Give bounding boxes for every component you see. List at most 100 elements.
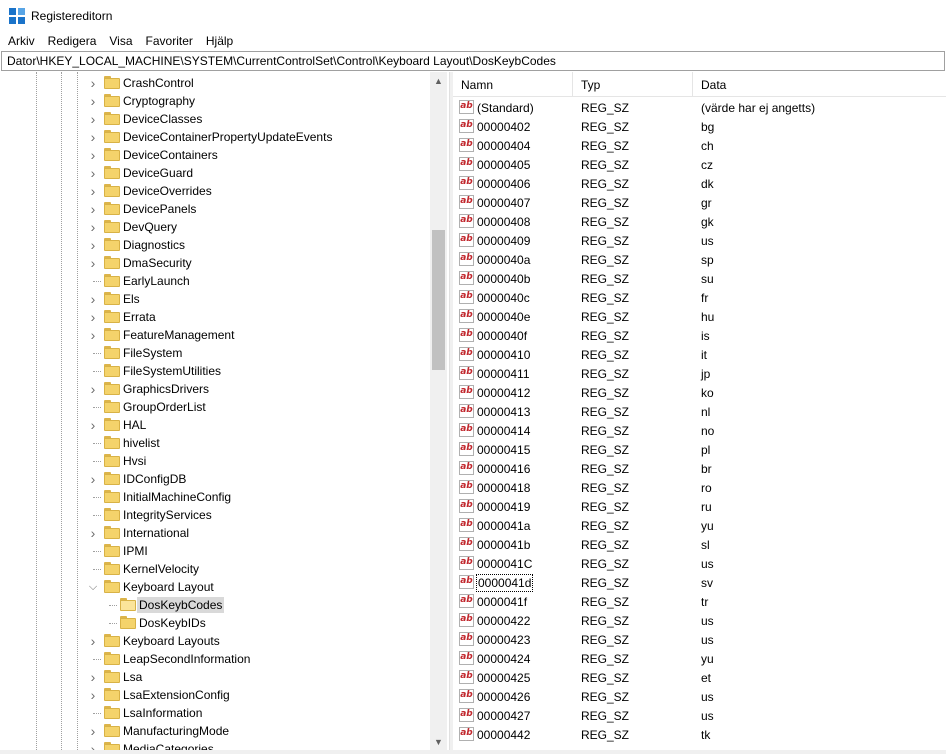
tree-node[interactable]: ⌵ Keyboard Layout [0,578,430,596]
tree-node[interactable]: LeapSecondInformation [0,650,430,668]
chevron-right-icon[interactable]: › [88,308,98,326]
chevron-right-icon[interactable]: › [88,668,98,686]
value-name[interactable]: 00000415 [477,440,530,459]
chevron-right-icon[interactable]: › [88,290,98,308]
list-row[interactable]: ab (Standard) REG_SZ (värde har ej angetts) [453,98,946,117]
tree-node[interactable]: hivelist [0,434,430,452]
value-name[interactable]: 00000410 [477,345,530,364]
chevron-right-icon[interactable]: › [88,200,98,218]
tree-node-label[interactable]: FileSystem [121,345,184,361]
tree-node[interactable]: › HAL [0,416,430,434]
list-row[interactable]: ab 00000411 REG_SZ jp [453,364,946,383]
tree-node-label[interactable]: IntegrityServices [121,507,214,523]
list-row[interactable]: ab 00000406 REG_SZ dk [453,174,946,193]
tree-node-label[interactable]: Els [121,291,142,307]
tree-node[interactable]: › Errata [0,308,430,326]
chevron-right-icon[interactable]: › [88,74,98,92]
tree-node[interactable]: EarlyLaunch [0,272,430,290]
value-name[interactable]: 00000423 [477,630,530,649]
tree-node-label[interactable]: IPMI [121,543,150,559]
value-name[interactable]: 00000409 [477,231,530,250]
chevron-right-icon[interactable]: › [88,470,98,488]
value-name[interactable]: 00000402 [477,117,530,136]
tree-node-label[interactable]: DevQuery [121,219,179,235]
value-name[interactable]: (Standard) [477,98,534,117]
tree-node[interactable]: LsaInformation [0,704,430,722]
tree-node-label[interactable]: International [121,525,191,541]
value-name[interactable]: 00000424 [477,649,530,668]
tree-node-label[interactable]: ManufacturingMode [121,723,231,739]
value-name[interactable]: 00000406 [477,174,530,193]
list-row[interactable]: ab 00000415 REG_SZ pl [453,440,946,459]
tree-node-label[interactable]: MediaCategories [121,741,216,750]
menu-redigera[interactable]: Redigera [41,34,103,48]
tree-node[interactable]: IntegrityServices [0,506,430,524]
list-row[interactable]: ab 00000412 REG_SZ ko [453,383,946,402]
value-name[interactable]: 0000041d [475,574,534,592]
list-row[interactable]: ab 0000040c REG_SZ fr [453,288,946,307]
tree-node[interactable]: › DevQuery [0,218,430,236]
tree-node-label[interactable]: InitialMachineConfig [121,489,233,505]
list-row[interactable]: ab 0000041a REG_SZ yu [453,516,946,535]
chevron-down-icon[interactable]: ⌵ [88,578,98,596]
tree-node[interactable]: FileSystem [0,344,430,362]
tree-node-label[interactable]: CrashControl [121,75,196,91]
chevron-right-icon[interactable]: › [88,632,98,650]
list-row[interactable]: ab 0000041d REG_SZ sv [453,573,946,592]
tree-scrollbar[interactable]: ▲ ▼ [430,72,447,750]
list-row[interactable]: ab 00000419 REG_SZ ru [453,497,946,516]
tree-node-label[interactable]: hivelist [121,435,162,451]
tree-node-label[interactable]: DeviceClasses [121,111,204,127]
values-list[interactable]: Namn Typ Data ab (Standard) REG_SZ (värde h… [453,72,946,750]
key-tree[interactable]: › CrashControl › Cryptography › DeviceClasses… [0,72,449,750]
value-name[interactable]: 00000425 [477,668,530,687]
list-row[interactable]: ab 00000442 REG_SZ tk [453,725,946,744]
tree-node[interactable]: › Lsa [0,668,430,686]
chevron-right-icon[interactable]: › [88,722,98,740]
tree-node-label[interactable]: Hvsi [121,453,148,469]
tree-node[interactable]: InitialMachineConfig [0,488,430,506]
value-name[interactable]: 00000419 [477,497,530,516]
tree-node[interactable]: › DeviceContainerPropertyUpdateEvents [0,128,430,146]
tree-node-label[interactable]: Errata [121,309,158,325]
chevron-right-icon[interactable]: › [88,254,98,272]
value-name[interactable]: 0000040f [477,326,527,345]
tree-node[interactable]: DosKeybIDs [0,614,430,632]
list-row[interactable]: ab 00000426 REG_SZ us [453,687,946,706]
list-row[interactable]: ab 00000424 REG_SZ yu [453,649,946,668]
list-row[interactable]: ab 00000413 REG_SZ nl [453,402,946,421]
value-name[interactable]: 00000407 [477,193,530,212]
tree-node[interactable]: › Keyboard Layouts [0,632,430,650]
value-name[interactable]: 0000041C [477,554,532,573]
value-name[interactable]: 00000416 [477,459,530,478]
list-row[interactable]: ab 00000416 REG_SZ br [453,459,946,478]
list-row[interactable]: ab 0000041f REG_SZ tr [453,592,946,611]
tree-node[interactable]: FileSystemUtilities [0,362,430,380]
address-bar[interactable]: Dator\HKEY_LOCAL_MACHINE\SYSTEM\CurrentC… [1,51,945,71]
tree-node-label[interactable]: FileSystemUtilities [121,363,223,379]
list-row[interactable]: ab 0000040f REG_SZ is [453,326,946,345]
tree-node[interactable]: › DmaSecurity [0,254,430,272]
list-row[interactable]: ab 00000422 REG_SZ us [453,611,946,630]
value-name[interactable]: 0000041b [477,535,530,554]
tree-node-label[interactable]: EarlyLaunch [121,273,192,289]
tree-node-label[interactable]: GraphicsDrivers [121,381,211,397]
list-row[interactable]: ab 00000408 REG_SZ gk [453,212,946,231]
value-name[interactable]: 00000404 [477,136,530,155]
list-row[interactable]: ab 0000040e REG_SZ hu [453,307,946,326]
tree-node[interactable]: › DeviceGuard [0,164,430,182]
chevron-right-icon[interactable]: › [88,218,98,236]
tree-node-label[interactable]: DmaSecurity [121,255,194,271]
tree-node[interactable]: KernelVelocity [0,560,430,578]
tree-node-label[interactable]: DosKeybCodes [137,597,225,613]
chevron-right-icon[interactable]: › [88,524,98,542]
column-data[interactable]: Data [693,72,946,97]
list-row[interactable]: ab 00000423 REG_SZ us [453,630,946,649]
tree-node[interactable]: › FeatureManagement [0,326,430,344]
list-row[interactable]: ab 00000402 REG_SZ bg [453,117,946,136]
chevron-right-icon[interactable]: › [88,110,98,128]
chevron-right-icon[interactable]: › [88,686,98,704]
tree-node-label[interactable]: DeviceOverrides [121,183,214,199]
tree-node[interactable]: GroupOrderList [0,398,430,416]
tree-node-label[interactable]: GroupOrderList [121,399,208,415]
